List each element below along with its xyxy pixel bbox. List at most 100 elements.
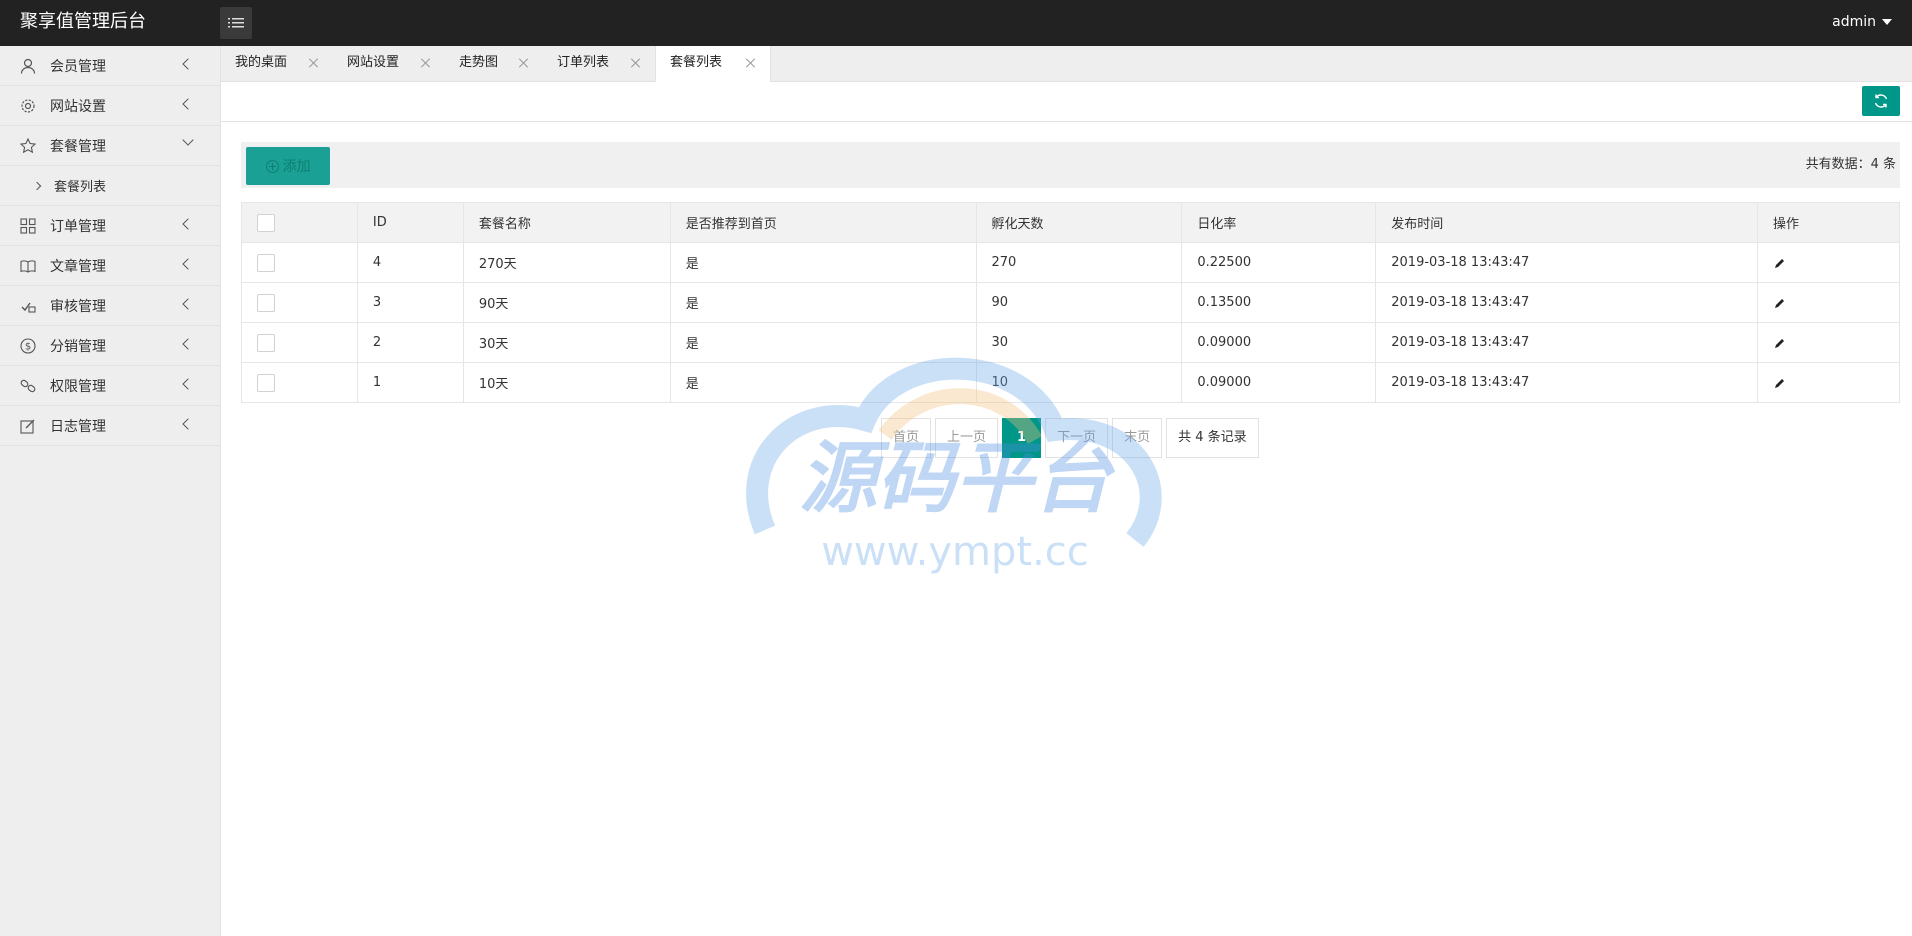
chevron-left-icon xyxy=(182,258,194,270)
gear-icon xyxy=(20,98,36,114)
close-icon[interactable] xyxy=(519,58,529,68)
chevron-left-icon xyxy=(182,218,194,230)
cell-actions xyxy=(1757,282,1900,323)
row-checkbox[interactable] xyxy=(257,333,275,352)
row-checkbox[interactable] xyxy=(257,253,275,272)
cell-id: 2 xyxy=(356,322,464,363)
column-header: 套餐名称 xyxy=(462,202,671,243)
sidebar-item-articles[interactable]: 文章管理 xyxy=(0,246,220,286)
hamburger-icon xyxy=(228,18,244,28)
cell-time: 2019-03-18 13:43:47 xyxy=(1375,322,1758,363)
sidebar-item-permissions[interactable]: 权限管理 xyxy=(0,366,220,406)
chevron-down-icon xyxy=(182,134,194,146)
select-all-cell xyxy=(241,202,358,243)
sidebar-item-label: 会员管理 xyxy=(50,58,106,75)
tab-label: 网站设置 xyxy=(347,55,400,70)
table-header-row: ID 套餐名称 是否推荐到首页 孵化天数 日化率 发布时间 操作 xyxy=(241,202,1900,243)
close-icon[interactable] xyxy=(631,58,641,68)
tab-label: 走势图 xyxy=(459,55,499,70)
sidebar-subitem-package-list[interactable]: 套餐列表 xyxy=(0,166,220,206)
pencil-icon[interactable] xyxy=(1773,336,1787,350)
last-page-button[interactable]: 末页 xyxy=(1112,418,1163,458)
tab-trend-chart[interactable]: 走势图 xyxy=(445,46,543,82)
first-page-button[interactable]: 首页 xyxy=(881,418,932,458)
table-row: 3 90天 是 90 0.13500 2019-03-18 13:43:47 xyxy=(241,282,1900,323)
pencil-icon[interactable] xyxy=(1773,296,1787,310)
tab-label: 订单列表 xyxy=(557,55,610,70)
refresh-button[interactable] xyxy=(1862,86,1900,116)
user-icon xyxy=(20,58,36,74)
record-count: 共有数据：4 条 xyxy=(1805,157,1896,172)
sidebar-item-site-settings[interactable]: 网站设置 xyxy=(0,86,220,126)
cell-name: 30天 xyxy=(462,322,671,363)
cell-name: 90天 xyxy=(462,282,671,323)
sidebar-item-distribution[interactable]: $ 分销管理 xyxy=(0,326,220,366)
sidebar-item-label: 审核管理 xyxy=(50,298,106,315)
book-icon xyxy=(20,258,36,274)
sidebar-item-label: 套餐管理 xyxy=(50,138,106,155)
sidebar-item-audit[interactable]: 审核管理 xyxy=(0,286,220,326)
tab-order-list[interactable]: 订单列表 xyxy=(543,46,655,82)
cell-recommend: 是 xyxy=(669,322,977,363)
current-page-button[interactable]: 1 xyxy=(1002,418,1042,458)
cell-rate: 0.13500 xyxy=(1181,282,1377,323)
prev-page-button[interactable]: 上一页 xyxy=(935,418,999,458)
select-cell xyxy=(241,362,358,403)
sidebar-item-label: 网站设置 xyxy=(50,98,106,115)
watermark-url: www.ympt.cc xyxy=(821,529,1089,575)
sidebar-item-members[interactable]: 会员管理 xyxy=(0,46,220,86)
total-records: 共 4 条记录 xyxy=(1166,418,1259,458)
close-icon[interactable] xyxy=(746,58,756,68)
add-button[interactable]: 添加 xyxy=(246,147,330,185)
column-header: 日化率 xyxy=(1181,202,1377,243)
cell-actions xyxy=(1757,322,1900,363)
chevron-left-icon xyxy=(182,378,194,390)
table-row: 2 30天 是 30 0.09000 2019-03-18 13:43:47 xyxy=(241,322,1900,363)
audit-icon xyxy=(20,298,36,314)
sidebar-item-label: 权限管理 xyxy=(50,378,106,395)
tab-site-settings[interactable]: 网站设置 xyxy=(333,46,445,82)
link-icon xyxy=(20,378,36,394)
cell-name: 10天 xyxy=(462,362,671,403)
tab-package-list[interactable]: 套餐列表 xyxy=(655,46,771,83)
package-table: ID 套餐名称 是否推荐到首页 孵化天数 日化率 发布时间 操作 4 270天 … xyxy=(241,202,1900,403)
cell-rate: 0.09000 xyxy=(1181,322,1377,363)
cell-recommend: 是 xyxy=(669,362,977,403)
cell-time: 2019-03-18 13:43:47 xyxy=(1375,362,1758,403)
column-header: 操作 xyxy=(1757,202,1900,243)
row-checkbox[interactable] xyxy=(257,293,275,312)
sidebar-item-packages[interactable]: 套餐管理 xyxy=(0,126,220,166)
sidebar-item-label: 分销管理 xyxy=(50,338,106,355)
tab-label: 套餐列表 xyxy=(670,55,723,70)
select-all-checkbox[interactable] xyxy=(257,213,275,232)
next-page-button[interactable]: 下一页 xyxy=(1045,418,1109,458)
cell-id: 4 xyxy=(356,242,464,283)
pagination: 首页 上一页 1 下一页 末页 共 4 条记录 xyxy=(881,418,1259,458)
select-cell xyxy=(241,242,358,283)
chevron-left-icon xyxy=(182,338,194,350)
close-icon[interactable] xyxy=(309,58,319,68)
close-icon[interactable] xyxy=(421,58,431,68)
sidebar-item-logs[interactable]: 日志管理 xyxy=(0,406,220,446)
chevron-left-icon xyxy=(182,98,194,110)
user-menu[interactable]: admin xyxy=(1832,0,1892,44)
cell-name: 270天 xyxy=(462,242,671,283)
pencil-icon[interactable] xyxy=(1773,376,1787,390)
cell-rate: 0.22500 xyxy=(1181,242,1377,283)
row-checkbox[interactable] xyxy=(257,373,275,392)
sidebar: 会员管理 网站设置 套餐管理 套餐列表 订单管理 文章管理 审核管理 $ 分销管… xyxy=(0,46,221,936)
action-bar: 添加 共有数据：4 条 xyxy=(241,142,1900,188)
pencil-icon[interactable] xyxy=(1773,256,1787,270)
user-name: admin xyxy=(1832,14,1876,30)
app-title: 聚享值管理后台 xyxy=(20,11,146,32)
main-content: 添加 共有数据：4 条 ID 套餐名称 是否推荐到首页 孵化天数 日化率 发布时… xyxy=(241,142,1900,403)
tab-desktop[interactable]: 我的桌面 xyxy=(221,46,333,82)
grid-icon xyxy=(20,217,36,234)
plus-circle-icon xyxy=(265,159,279,173)
cell-days: 30 xyxy=(975,322,1183,363)
sidebar-item-orders[interactable]: 订单管理 xyxy=(0,206,220,246)
cell-days: 90 xyxy=(975,282,1183,323)
column-header: 是否推荐到首页 xyxy=(669,202,977,243)
cell-time: 2019-03-18 13:43:47 xyxy=(1375,282,1758,323)
menu-toggle-button[interactable] xyxy=(220,7,252,39)
